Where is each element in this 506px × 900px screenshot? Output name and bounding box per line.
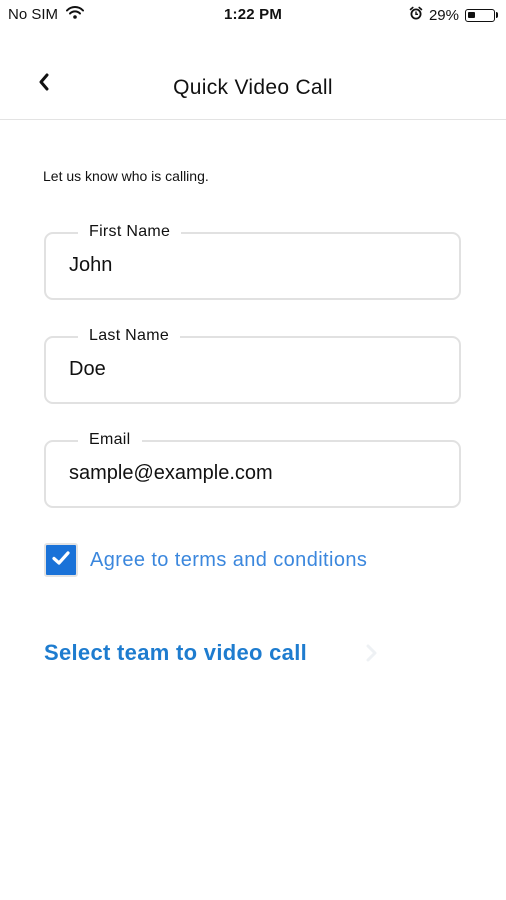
intro-text: Let us know who is calling. (43, 168, 209, 184)
email-value[interactable]: sample@example.com (69, 462, 273, 485)
battery-tip (496, 12, 498, 18)
agree-checkbox[interactable] (44, 543, 78, 577)
chevron-right-icon[interactable] (362, 642, 380, 664)
page-title: Quick Video Call (173, 76, 333, 99)
first-name-value[interactable]: John (69, 254, 112, 277)
email-field[interactable]: Email sample@example.com (44, 430, 461, 508)
alarm-icon (409, 6, 423, 24)
first-name-label: First Name (78, 222, 182, 242)
select-team-link[interactable]: Select team to video call (44, 640, 307, 666)
last-name-field[interactable]: Last Name Doe (44, 326, 461, 404)
checkmark-icon (51, 550, 71, 571)
email-label: Email (78, 430, 142, 450)
battery-percent: 29% (428, 6, 459, 24)
first-name-field[interactable]: First Name John (44, 222, 461, 300)
agree-terms-row[interactable]: Agree to terms and conditions (44, 543, 367, 577)
agree-terms-label[interactable]: Agree to terms and conditions (90, 549, 367, 572)
last-name-value[interactable]: Doe (69, 358, 106, 381)
status-bar: No SIM 1:22 PM 29% (0, 0, 506, 30)
status-right: 29% (409, 6, 498, 24)
last-name-label: Last Name (78, 326, 181, 346)
battery-icon (465, 8, 495, 22)
nav-bar: Quick Video Call (0, 30, 506, 120)
